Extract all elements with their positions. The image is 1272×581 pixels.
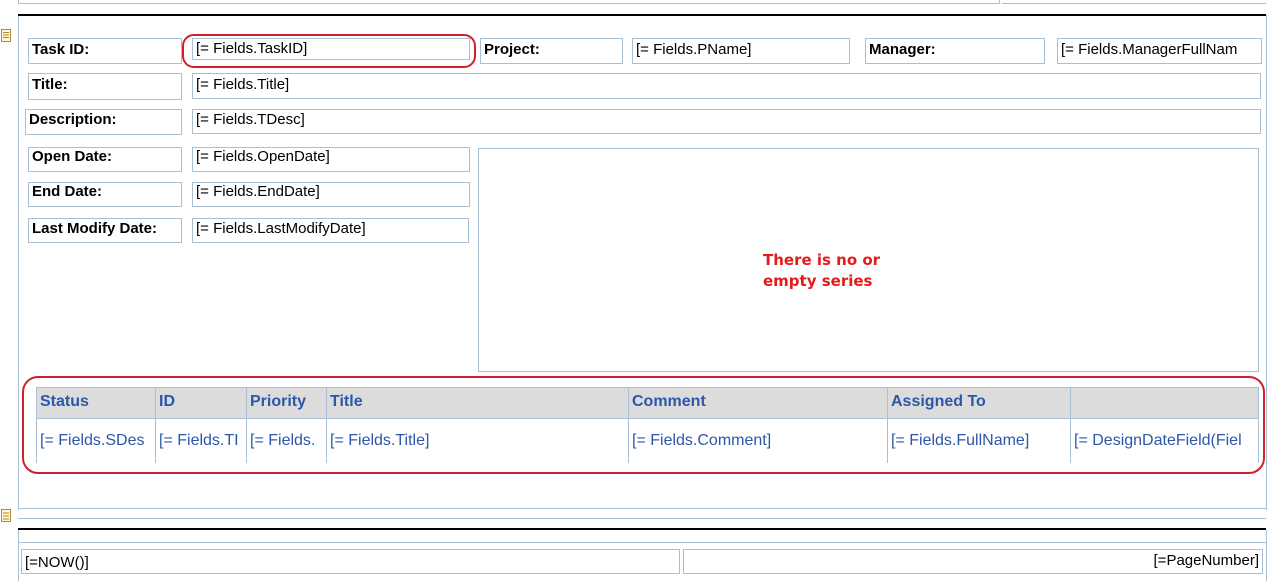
section-left-guide	[18, 15, 19, 510]
manager-label: Manager:	[865, 38, 1045, 64]
open-date-label: Open Date:	[28, 147, 182, 172]
footer-separator-thin	[18, 518, 1266, 519]
project-field[interactable]: [= Fields.PName]	[632, 38, 850, 64]
last-modify-date-label: Last Modify Date:	[28, 218, 182, 243]
section-bottom-line	[18, 508, 1266, 509]
description-field[interactable]: [= Fields.TDesc]	[192, 109, 1261, 134]
title-field[interactable]: [= Fields.Title]	[192, 73, 1261, 99]
empty-chart-message-line1: There is no or	[763, 251, 881, 269]
page-section-icon[interactable]	[1, 509, 11, 522]
project-label: Project:	[480, 38, 623, 64]
page-header-region	[18, 0, 1000, 4]
section-right-guide	[1266, 15, 1267, 510]
end-date-label: End Date:	[28, 182, 182, 207]
end-date-field[interactable]: [= Fields.EndDate]	[192, 182, 470, 207]
page-header-region-right	[1002, 0, 1266, 4]
highlight-outline-table	[22, 376, 1265, 474]
footer-separator-under	[18, 542, 1266, 543]
empty-chart-message-line2: empty series	[763, 272, 873, 290]
empty-chart-message: There is no or empty series	[763, 250, 880, 292]
task-id-label: Task ID:	[28, 38, 182, 64]
description-label: Description:	[25, 109, 182, 135]
footer-right-guide	[1266, 530, 1267, 581]
footer-left-guide	[18, 530, 19, 581]
manager-field[interactable]: [= Fields.ManagerFullNam	[1057, 38, 1262, 64]
footer-separator[interactable]	[18, 528, 1266, 530]
title-label: Title:	[28, 73, 182, 100]
section-separator-top[interactable]	[18, 14, 1266, 16]
last-modify-date-field[interactable]: [= Fields.LastModifyDate]	[192, 218, 469, 243]
footer-now-field[interactable]: [=NOW()]	[21, 549, 680, 574]
highlight-outline-taskid	[182, 34, 476, 68]
report-section-icon[interactable]	[1, 29, 11, 42]
footer-page-number-field[interactable]: [=PageNumber]	[683, 549, 1263, 574]
open-date-field[interactable]: [= Fields.OpenDate]	[192, 147, 470, 172]
